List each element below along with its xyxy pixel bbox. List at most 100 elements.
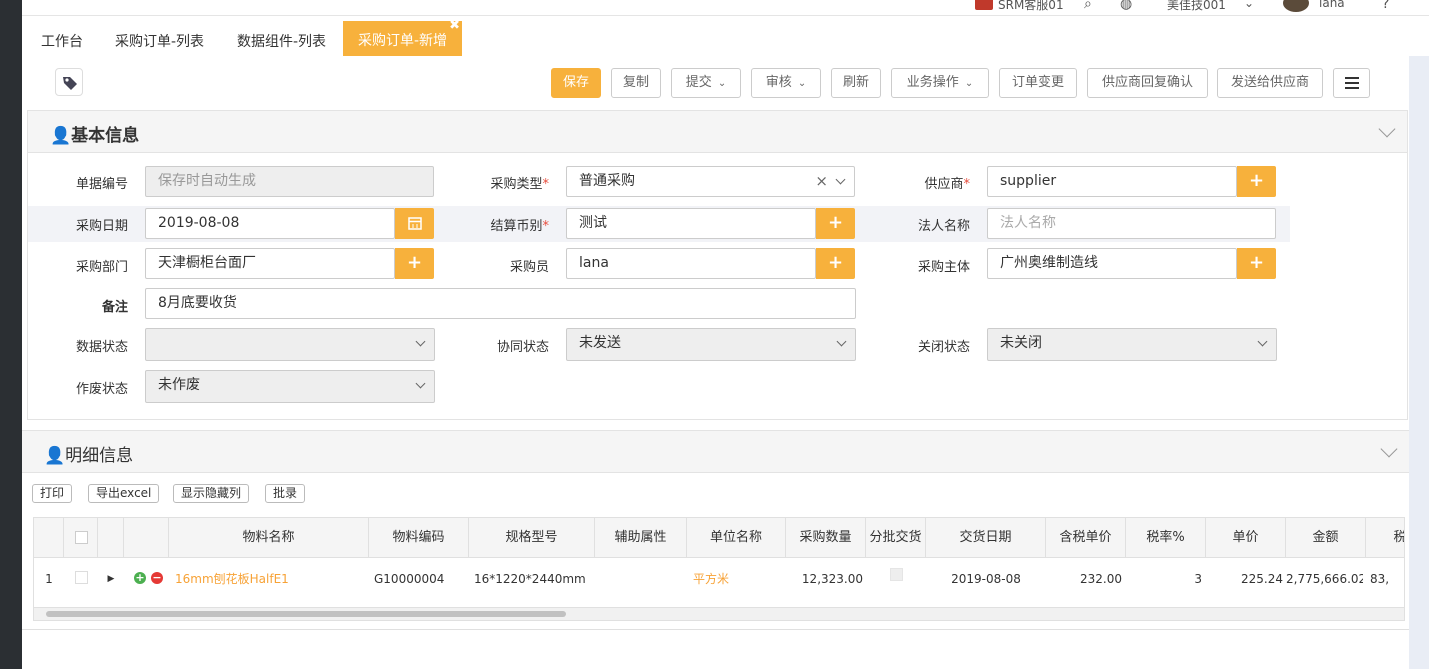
batch-delivery-checkbox[interactable] bbox=[890, 568, 903, 581]
show-hidden-columns-button[interactable]: 显示隐藏列 bbox=[173, 484, 250, 503]
col-material-name[interactable]: 物料名称 bbox=[169, 518, 369, 558]
col-aux[interactable]: 辅助属性 bbox=[595, 518, 687, 558]
supplier-add-button[interactable]: + bbox=[1237, 166, 1276, 197]
col-price[interactable]: 单价 bbox=[1206, 518, 1286, 558]
order-change-button[interactable]: 订单变更 bbox=[999, 68, 1077, 98]
menu-button[interactable] bbox=[1333, 68, 1370, 98]
cell-unit[interactable]: 平方米 bbox=[693, 559, 786, 599]
row-index: 1 bbox=[45, 572, 53, 586]
business-ops-dropdown[interactable]: 业务操作 ⌄ bbox=[891, 68, 989, 98]
close-status-select[interactable]: 未关闭 bbox=[987, 328, 1277, 361]
data-status-select[interactable] bbox=[145, 328, 435, 361]
scrollbar-thumb[interactable] bbox=[46, 611, 566, 617]
chevron-down-icon: ⌄ bbox=[964, 78, 974, 89]
void-status-select[interactable]: 未作废 bbox=[145, 370, 435, 403]
col-batch-delivery[interactable]: 分批交货 bbox=[866, 518, 926, 558]
send-supplier-button[interactable]: 发送给供应商 bbox=[1217, 68, 1323, 98]
collab-status-label: 协同状态 bbox=[496, 340, 549, 355]
hamburger-icon-line bbox=[1345, 87, 1359, 89]
tab-workbench[interactable]: 工作台 bbox=[41, 20, 83, 56]
legal-name-field[interactable]: 法人名称 bbox=[987, 208, 1276, 239]
basic-info-panel: 👤基本信息 单据编号 保存时自动生成 采购类型* 普通采购 × 供应商* sup… bbox=[27, 110, 1408, 420]
void-status-value: 未作废 bbox=[158, 377, 200, 393]
select-all-checkbox[interactable] bbox=[75, 531, 88, 544]
close-status-value: 未关闭 bbox=[1000, 335, 1042, 351]
chevron-down-icon[interactable] bbox=[1378, 120, 1396, 138]
col-delivery-date[interactable]: 交货日期 bbox=[926, 518, 1046, 558]
right-scroll-strip bbox=[1409, 56, 1429, 669]
collab-status-select[interactable]: 未发送 bbox=[566, 328, 856, 361]
currency-add-button[interactable]: + bbox=[816, 208, 855, 239]
expand-arrow-icon[interactable]: ▶ bbox=[98, 559, 124, 599]
supplier-field[interactable]: supplier bbox=[987, 166, 1237, 197]
col-qty[interactable]: 采购数量 bbox=[786, 518, 866, 558]
row-checkbox[interactable] bbox=[75, 571, 88, 584]
export-excel-button[interactable]: 导出excel bbox=[88, 484, 160, 503]
refresh-button[interactable]: 刷新 bbox=[831, 68, 881, 98]
audit-dropdown[interactable]: 审核 ⌄ bbox=[751, 68, 821, 98]
doc-no-label: 单据编号 bbox=[75, 177, 128, 192]
cell-qty: 12,323.00 bbox=[801, 572, 863, 586]
currency-field[interactable]: 测试 bbox=[566, 208, 816, 239]
dept-field[interactable]: 天津橱柜台面厂 bbox=[145, 248, 395, 279]
tab-po-new[interactable]: 采购订单-新增 ✖ bbox=[343, 19, 463, 56]
chevron-down-icon[interactable]: ⌄ bbox=[1244, 0, 1254, 10]
org-selector[interactable]: 美佳技001 bbox=[1167, 0, 1226, 13]
col-tax[interactable]: 税 bbox=[1366, 518, 1404, 558]
required-mark: * bbox=[542, 219, 550, 234]
clear-icon[interactable]: × bbox=[815, 167, 828, 196]
buyer-field[interactable]: lana bbox=[566, 248, 816, 279]
buyer-add-button[interactable]: + bbox=[816, 248, 855, 279]
void-status-label: 作废状态 bbox=[75, 382, 128, 397]
detail-info-header[interactable]: 👤明细信息 bbox=[22, 430, 1409, 473]
chevron-down-icon[interactable] bbox=[1380, 440, 1398, 458]
purchase-type-select[interactable]: 普通采购 × bbox=[566, 166, 855, 197]
chevron-down-icon: ⌄ bbox=[797, 78, 807, 89]
supplier-confirm-button[interactable]: 供应商回复确认 bbox=[1087, 68, 1208, 98]
col-spec[interactable]: 规格型号 bbox=[469, 518, 595, 558]
tag-button[interactable] bbox=[55, 68, 83, 96]
add-row-icon[interactable]: + bbox=[134, 572, 146, 584]
chevron-down-icon: ⌄ bbox=[717, 78, 727, 89]
table-row[interactable]: 1 ▶ + − 16mm刨花板HalfE1 G10000004 16*1220*… bbox=[34, 559, 1404, 599]
service-user[interactable]: SRM客服01 bbox=[998, 0, 1064, 13]
close-icon[interactable]: ✖ bbox=[449, 19, 460, 33]
help-icon[interactable]: ? bbox=[1382, 0, 1389, 12]
dept-add-button[interactable]: + bbox=[395, 248, 434, 279]
user-avatar[interactable] bbox=[1283, 0, 1309, 12]
col-tax-rate[interactable]: 税率% bbox=[1126, 518, 1206, 558]
detail-grid: 物料名称 物料编码 规格型号 辅助属性 单位名称 采购数量 分批交货 交货日期 … bbox=[33, 517, 1405, 621]
cell-tax-rate: 3 bbox=[1194, 572, 1202, 586]
grid-expand-header bbox=[98, 518, 124, 558]
col-amount[interactable]: 金额 bbox=[1286, 518, 1366, 558]
batch-entry-button[interactable]: 批录 bbox=[265, 484, 306, 503]
entity-add-button[interactable]: + bbox=[1237, 248, 1276, 279]
entity-field[interactable]: 广州奥维制造线 bbox=[987, 248, 1237, 279]
save-button[interactable]: 保存 bbox=[551, 68, 601, 98]
submit-dropdown[interactable]: 提交 ⌄ bbox=[671, 68, 741, 98]
tab-data-component-list[interactable]: 数据组件-列表 bbox=[237, 20, 326, 56]
cell-spec: 16*1220*2440mm bbox=[474, 572, 586, 586]
search-icon[interactable]: ⌕ bbox=[1084, 0, 1092, 12]
user-name[interactable]: lana bbox=[1319, 0, 1345, 10]
purchase-date-field[interactable]: 2019-08-08 bbox=[145, 208, 395, 239]
calendar-button[interactable] bbox=[395, 208, 434, 239]
submit-label: 提交 bbox=[685, 75, 712, 90]
cell-material-name[interactable]: 16mm刨花板HalfE1 bbox=[175, 559, 369, 599]
basic-info-header[interactable]: 👤基本信息 bbox=[28, 111, 1407, 153]
copy-button[interactable]: 复制 bbox=[611, 68, 661, 98]
required-mark: * bbox=[542, 177, 550, 192]
remark-label: 备注 bbox=[101, 300, 128, 315]
remark-field[interactable]: 8月底要收货 bbox=[145, 288, 856, 319]
remove-row-icon[interactable]: − bbox=[151, 572, 163, 584]
col-tax-price[interactable]: 含税单价 bbox=[1046, 518, 1126, 558]
col-unit[interactable]: 单位名称 bbox=[687, 518, 786, 558]
tab-po-list[interactable]: 采购订单-列表 bbox=[115, 20, 204, 56]
cell-material-code: G10000004 bbox=[374, 572, 445, 586]
chevron-down-icon bbox=[836, 336, 847, 347]
col-material-code[interactable]: 物料编码 bbox=[369, 518, 469, 558]
print-button[interactable]: 打印 bbox=[32, 484, 73, 503]
globe-icon[interactable]: ◍ bbox=[1120, 0, 1132, 12]
purchase-date-label: 采购日期 bbox=[75, 219, 128, 234]
horizontal-scrollbar[interactable] bbox=[34, 607, 1404, 620]
